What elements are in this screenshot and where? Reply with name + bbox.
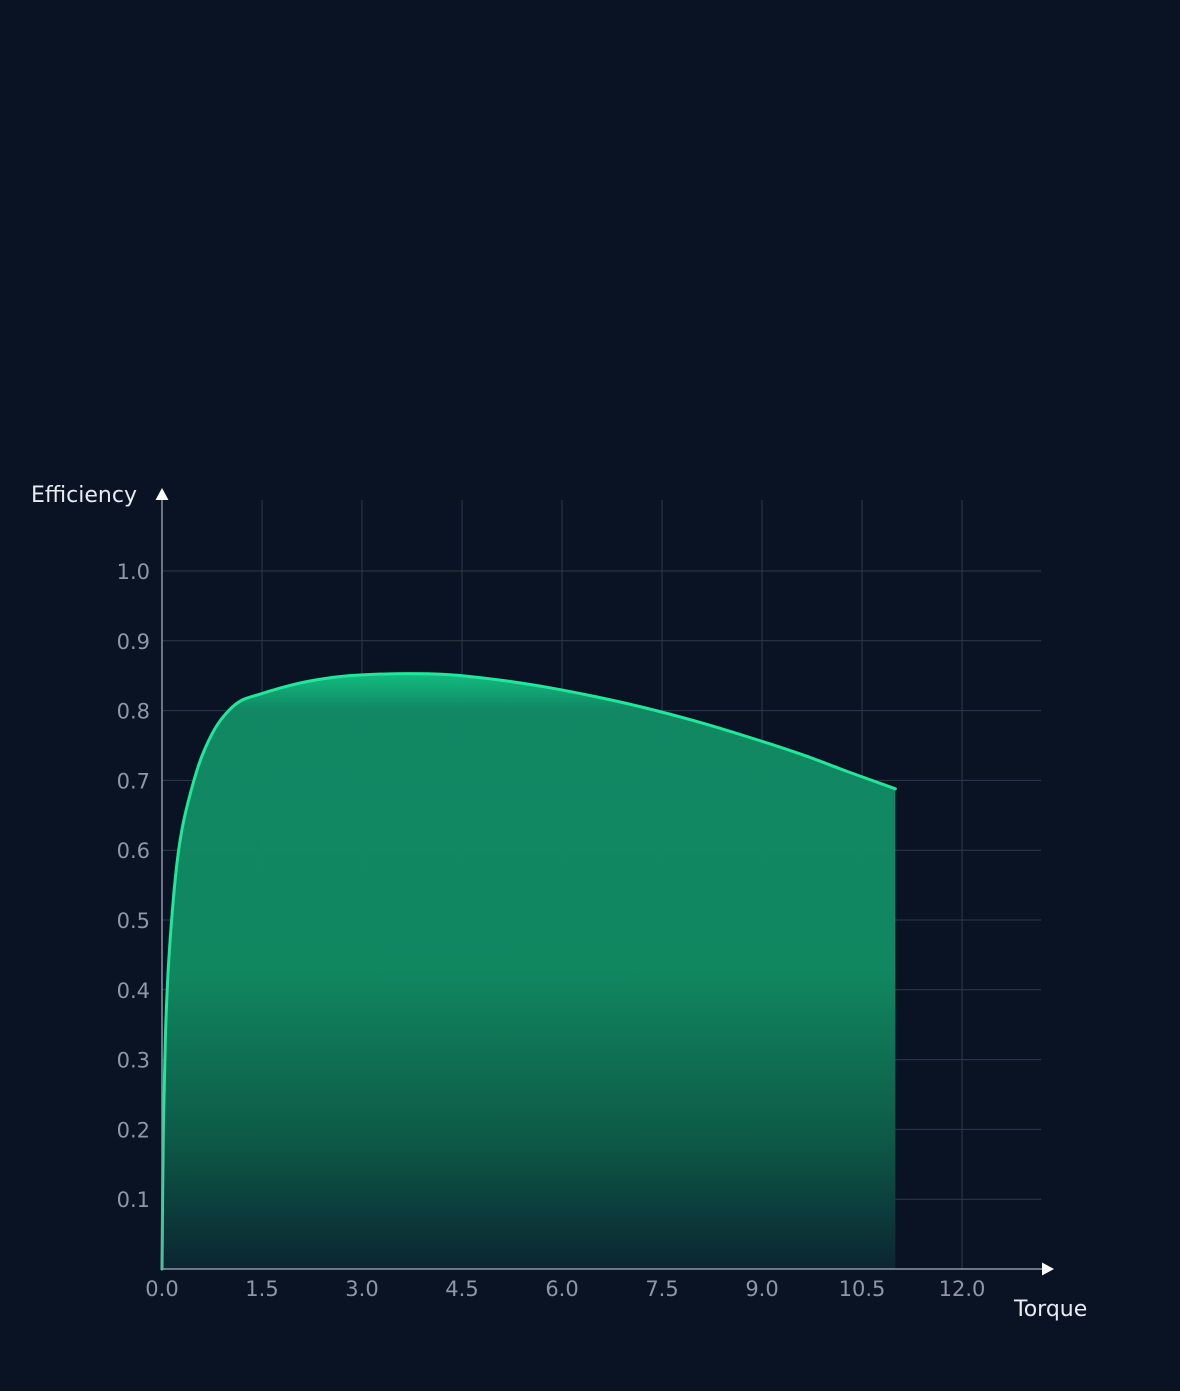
x-tick-label: 1.5: [245, 1277, 278, 1301]
y-tick-label: 0.8: [117, 700, 150, 724]
area-chart: 0.1 0.2 0.3 0.4 0.5 0.6 0.7 0.8 0.9 1.0 0.0 1.5 3.0 4…: [31, 483, 1087, 1322]
y-tick-label: 0.3: [117, 1049, 150, 1073]
x-tick-label: 9.0: [745, 1277, 778, 1301]
y-tick-label: 0.2: [117, 1118, 150, 1142]
x-tick-label: 0.0: [145, 1277, 178, 1301]
y-tick-label: 1.0: [117, 560, 150, 584]
y-tick-label: 0.1: [117, 1188, 150, 1212]
y-tick-label: 0.6: [117, 839, 150, 863]
x-axis-title: Torque: [1013, 1297, 1087, 1322]
y-axis-title: Efficiency: [31, 483, 137, 508]
x-tick-label: 12.0: [939, 1277, 986, 1301]
x-tick-label: 3.0: [345, 1277, 378, 1301]
series-area-fill: [162, 673, 896, 1269]
y-tick-label: 0.7: [117, 769, 150, 793]
x-axis-arrow-icon: [1042, 1262, 1054, 1276]
y-axis-arrow-icon: [155, 488, 169, 500]
y-tick-label: 0.5: [117, 909, 150, 933]
x-tick-label: 7.5: [645, 1277, 678, 1301]
series-area: [160, 672, 897, 1271]
x-tick-label: 4.5: [445, 1277, 478, 1301]
x-tick-label: 6.0: [545, 1277, 578, 1301]
y-tick-label: 0.9: [117, 630, 150, 654]
y-tick-label: 0.4: [117, 979, 150, 1003]
x-tick-label: 10.5: [839, 1277, 886, 1301]
